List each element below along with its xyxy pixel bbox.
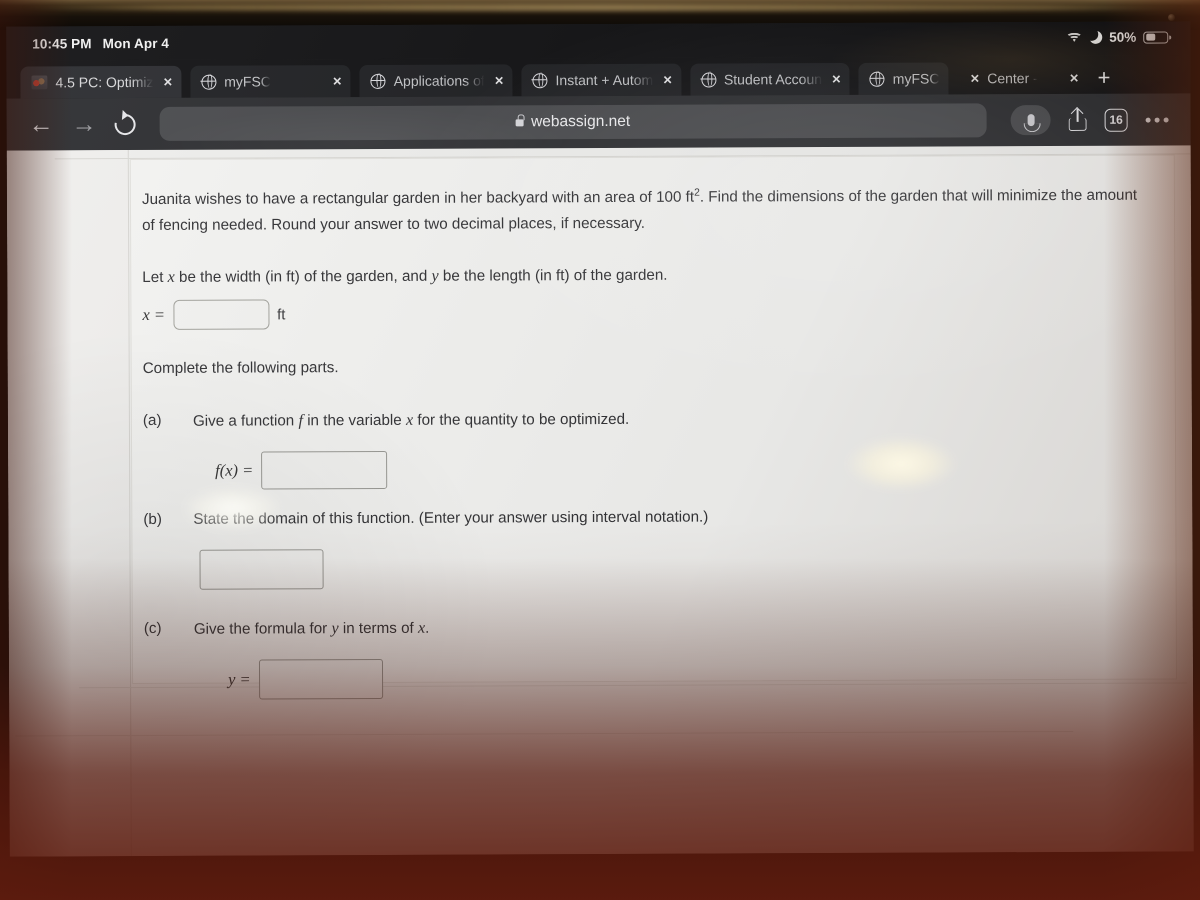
definition-seg2: be the width (in ft) of the garden, and: [174, 267, 432, 286]
part-a: (a) Give a function f in the variable x …: [143, 403, 1150, 435]
battery-icon: [1143, 31, 1169, 44]
part-b-text: State the domain of this function. (Ente…: [193, 508, 709, 528]
fx-input[interactable]: [261, 451, 388, 490]
page-left-gutter: [6, 150, 132, 857]
tab-close-icon[interactable]: ×: [830, 70, 841, 87]
x-input[interactable]: [172, 299, 270, 331]
tab-close-icon[interactable]: ×: [161, 73, 172, 90]
definition-seg1: Let: [142, 269, 168, 287]
forward-button[interactable]: →: [72, 110, 97, 138]
tab-close-icon[interactable]: ×: [493, 72, 504, 89]
tab-instant-automatic[interactable]: Instant + Autom ×: [521, 63, 682, 97]
status-time: 10:45 PM: [32, 36, 92, 52]
front-camera-icon: [1168, 14, 1175, 21]
tab-myfsc-1[interactable]: myFSC ×: [190, 65, 351, 98]
globe-icon: [201, 74, 217, 90]
tablet-photo: 10:45 PM Mon Apr 4 50% 4.5 PC: Optimiz ×…: [0, 0, 1200, 900]
page-divider-bottom-secondary: [15, 730, 1074, 737]
tab-close-icon[interactable]: ×: [661, 71, 672, 88]
part-b-tag: (b): [143, 511, 162, 529]
variable-x: x: [167, 267, 175, 287]
globe-icon: [370, 73, 386, 89]
part-c-answer-row: y =: [144, 655, 1151, 700]
webassign-page: Juanita wishes to have a rectangular gar…: [6, 145, 1194, 857]
tab-label: Center -: [987, 70, 1038, 87]
globe-icon: [700, 71, 716, 88]
more-options-icon[interactable]: [1145, 117, 1169, 123]
ios-status-bar: 10:45 PM Mon Apr 4 50%: [6, 21, 1191, 61]
tab-label: Applications of: [393, 72, 485, 89]
x-label: x =: [142, 305, 166, 325]
tab-student-account[interactable]: Student Accoun ×: [689, 62, 850, 96]
browser-tab-strip[interactable]: 4.5 PC: Optimiz × myFSC × Applications o…: [6, 55, 1191, 99]
share-icon[interactable]: [1068, 108, 1087, 131]
part-b-answer-row: [143, 545, 1150, 590]
wifi-icon: [1066, 31, 1083, 44]
lock-icon: [516, 118, 525, 126]
address-bar-url: webassign.net: [531, 112, 631, 131]
part-a-tag: (a): [142, 411, 162, 429]
part-c: (c) Give the formula for y in terms of x…: [144, 611, 1151, 643]
tablet-screen: 10:45 PM Mon Apr 4 50% 4.5 PC: Optimiz ×…: [6, 21, 1194, 857]
status-bar-left: 10:45 PM Mon Apr 4: [32, 36, 169, 52]
tab-close-icon[interactable]: ×: [1068, 69, 1079, 86]
part-a-text: Give a function f in the variable x for …: [192, 410, 630, 430]
microphone-icon[interactable]: [1010, 105, 1051, 136]
tab-myfsc-2[interactable]: myFSC: [858, 62, 949, 95]
variable-definition-line: Let x be the width (in ft) of the garden…: [142, 260, 1149, 292]
tab-label: Instant + Autom: [555, 71, 654, 89]
problem-statement-part1: Juanita wishes to have a rectangular gar…: [141, 188, 695, 209]
fx-label: f(x) =: [215, 460, 254, 480]
moon-icon: [1089, 31, 1102, 44]
x-answer-row: x = ft: [142, 296, 1149, 331]
domain-input[interactable]: [199, 548, 324, 590]
tab-label: myFSC: [224, 73, 271, 90]
tab-label: 4.5 PC: Optimiz: [55, 73, 154, 91]
new-tab-button[interactable]: +: [1097, 65, 1110, 90]
pdf-favicon-icon: [31, 75, 48, 90]
status-date: Mon Apr 4: [102, 35, 170, 52]
tab-close-icon[interactable]: ×: [331, 73, 342, 90]
tab-count-button[interactable]: 16: [1104, 108, 1128, 132]
tab-label: myFSC: [892, 70, 940, 87]
reload-icon[interactable]: [110, 109, 140, 139]
tab-label: Student Accoun: [723, 71, 823, 88]
battery-percent-label: 50%: [1109, 29, 1137, 45]
y-label: y =: [228, 669, 251, 689]
tab-pdf-optimization[interactable]: 4.5 PC: Optimiz ×: [20, 65, 182, 99]
problem-statement: Juanita wishes to have a rectangular gar…: [142, 183, 1149, 239]
x-unit-label: ft: [277, 306, 286, 324]
status-bar-right: 50%: [1066, 29, 1169, 45]
tab-applications-of[interactable]: Applications of ×: [359, 64, 513, 98]
globe-icon: [869, 71, 885, 87]
question-content: Juanita wishes to have a rectangular gar…: [130, 155, 1173, 700]
tab-center[interactable]: × Center - ×: [957, 62, 1087, 95]
tab-close-icon[interactable]: ×: [968, 70, 979, 87]
variable-y: y: [331, 618, 339, 637]
back-button[interactable]: ←: [29, 110, 54, 138]
part-c-text: Give the formula for y in terms of x.: [193, 618, 430, 638]
y-input[interactable]: [258, 658, 383, 700]
part-a-answer-row: f(x) =: [143, 448, 1150, 490]
part-c-tag: (c): [143, 619, 162, 637]
address-bar[interactable]: webassign.net: [159, 103, 987, 141]
definition-seg3: be the length (in ft) of the garden.: [438, 266, 668, 285]
globe-icon: [532, 72, 548, 88]
browser-toolbar: ← → webassign.net 16: [6, 93, 1191, 151]
